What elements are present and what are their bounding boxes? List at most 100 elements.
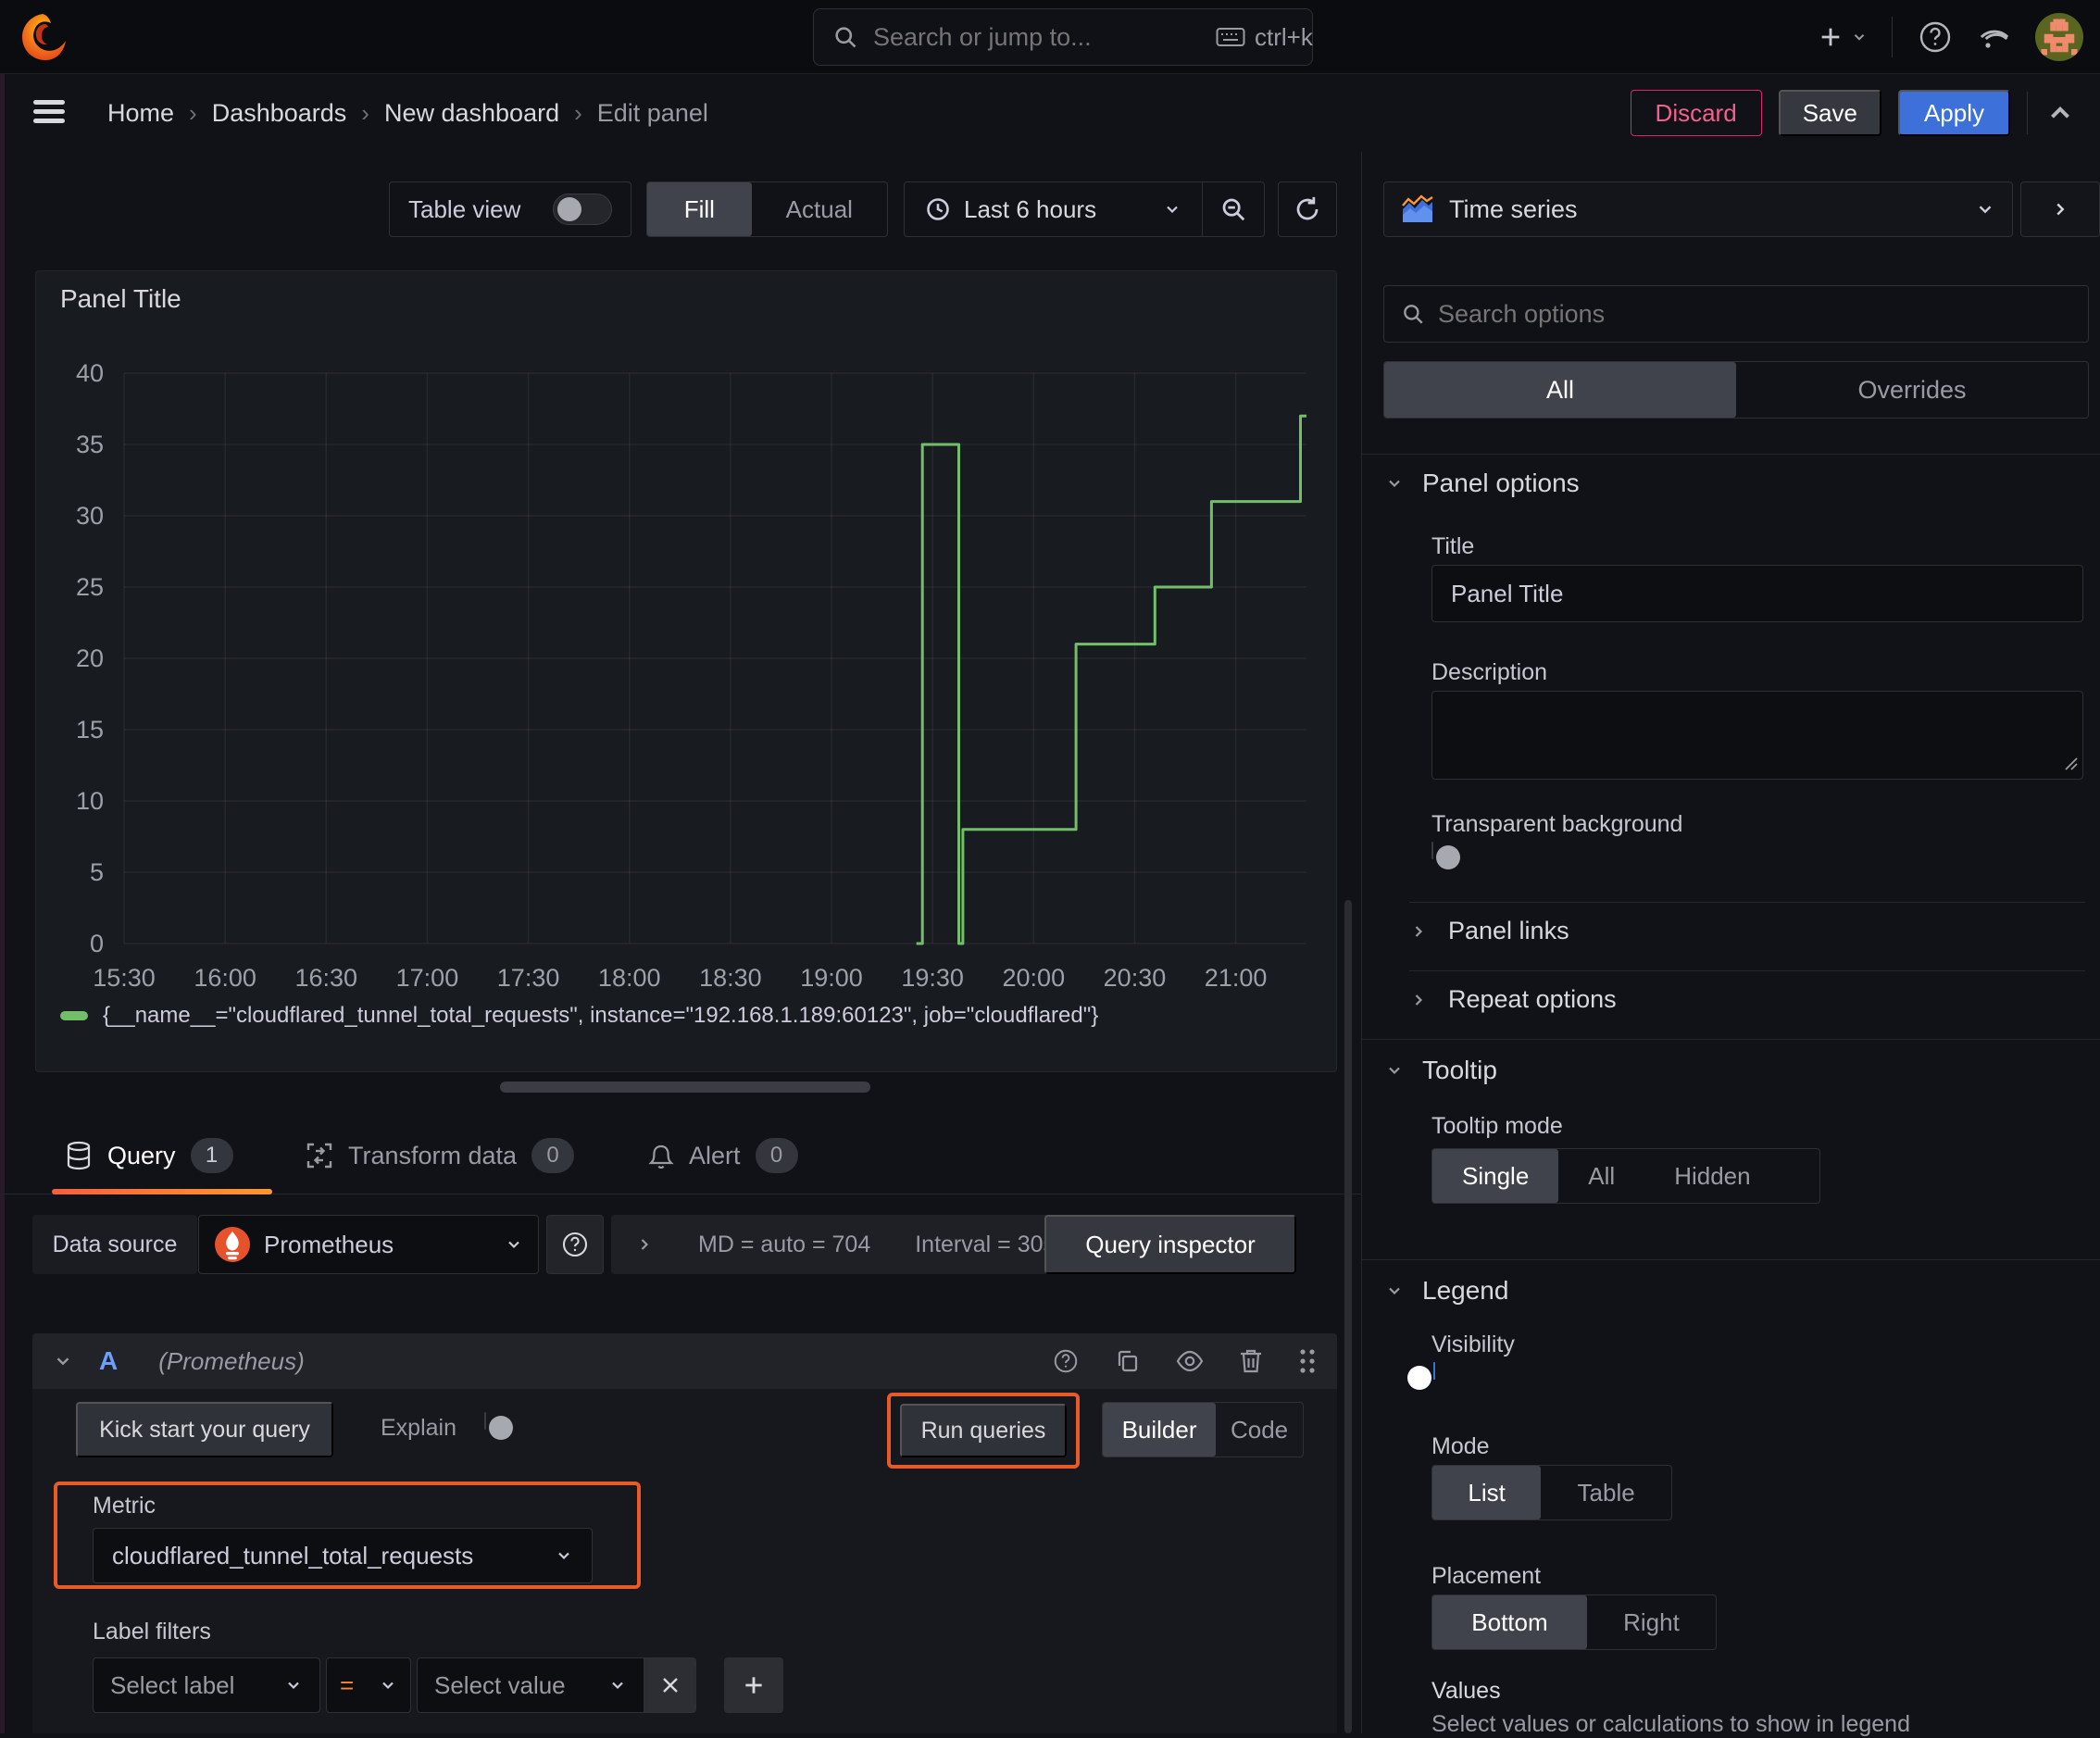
new-menu-button[interactable] <box>1818 24 1868 50</box>
interval: Interval = 30s <box>915 1231 1056 1257</box>
section-divider <box>1362 1259 2100 1260</box>
repeat-options-header[interactable]: Repeat options <box>1409 985 1617 1014</box>
legend-visibility-toggle[interactable] <box>1407 1362 1435 1390</box>
hide-query-icon[interactable] <box>1176 1350 1204 1372</box>
global-search[interactable]: ctrl+k <box>813 8 1313 66</box>
delete-query-icon[interactable] <box>1239 1348 1263 1374</box>
operator-dropdown[interactable]: = <box>326 1657 411 1713</box>
zoom-out-icon[interactable] <box>1203 182 1264 236</box>
description-label: Description <box>1431 659 1548 685</box>
overrides-tab[interactable]: Overrides <box>1736 362 2088 418</box>
search-options-input[interactable] <box>1438 299 2071 329</box>
visualization-picker[interactable]: Time series <box>1383 181 2013 237</box>
all-tab[interactable]: All <box>1384 362 1736 418</box>
metric-select[interactable]: cloudflared_tunnel_total_requests <box>93 1528 593 1583</box>
breadcrumb-home[interactable]: Home <box>107 99 174 128</box>
all-overrides-segmented: All Overrides <box>1383 361 2089 419</box>
panel-options-header[interactable]: Panel options <box>1385 469 1580 498</box>
grafana-logo[interactable] <box>17 11 69 68</box>
svg-text:40: 40 <box>76 359 104 387</box>
resize-handle-icon <box>2063 756 2078 775</box>
svg-text:10: 10 <box>76 787 104 815</box>
description-field[interactable] <box>1431 691 2083 784</box>
prometheus-icon <box>214 1226 251 1263</box>
legend-series-marker[interactable] <box>60 1011 88 1020</box>
vertical-scrollbar[interactable] <box>1344 900 1352 1733</box>
chevron-down-icon <box>1163 200 1181 219</box>
plus-icon <box>1818 24 1844 50</box>
legend-table-option[interactable]: Table <box>1541 1466 1671 1519</box>
breadcrumb-new-dashboard[interactable]: New dashboard <box>384 99 559 128</box>
kick-start-button[interactable]: Kick start your query <box>76 1402 333 1457</box>
description-input[interactable] <box>1431 691 2083 780</box>
duplicate-query-icon[interactable] <box>1115 1348 1141 1374</box>
query-ref-id: A <box>99 1346 119 1375</box>
search-input[interactable] <box>873 22 1201 52</box>
query-inspector-button[interactable]: Query inspector <box>1044 1215 1296 1274</box>
collapse-options-button[interactable] <box>2020 181 2100 237</box>
collapse-header-icon[interactable] <box>2044 97 2076 129</box>
select-value-dropdown[interactable]: Select value <box>417 1657 644 1713</box>
datasource-picker[interactable]: Prometheus <box>198 1215 539 1274</box>
database-icon <box>65 1141 93 1170</box>
search-options-box[interactable] <box>1383 285 2089 343</box>
refresh-button[interactable] <box>1278 181 1337 237</box>
builder-option[interactable]: Builder <box>1103 1403 1217 1457</box>
datasource-help-button[interactable] <box>546 1215 604 1274</box>
legend-mode-segmented: List Table <box>1431 1465 1672 1520</box>
panel-links-header[interactable]: Panel links <box>1409 917 1569 945</box>
breadcrumb-dashboards[interactable]: Dashboards <box>212 99 347 128</box>
chevron-right-icon: › <box>361 98 369 127</box>
tab-query[interactable]: Query 1 <box>65 1117 233 1194</box>
code-option[interactable]: Code <box>1216 1403 1303 1457</box>
svg-text:18:00: 18:00 <box>598 964 661 992</box>
panel-title-input[interactable] <box>1451 579 2064 608</box>
explain-toggle[interactable] <box>484 1412 513 1440</box>
actual-option[interactable]: Actual <box>752 182 887 236</box>
chevron-down-icon <box>1975 199 1995 219</box>
discard-button[interactable]: Discard <box>1630 90 1762 136</box>
fill-option[interactable]: Fill <box>647 182 752 236</box>
svg-text:5: 5 <box>90 858 104 886</box>
legend-header[interactable]: Legend <box>1385 1276 1508 1306</box>
query-row-header[interactable]: A (Prometheus) <box>32 1333 1337 1389</box>
add-filter-button[interactable] <box>724 1657 783 1713</box>
collapse-query-icon[interactable] <box>53 1351 73 1371</box>
legend-placement-label: Placement <box>1431 1563 1542 1589</box>
drag-handle-icon[interactable] <box>1298 1347 1317 1375</box>
menu-icon[interactable] <box>31 96 67 128</box>
tooltip-all-option[interactable]: All <box>1558 1149 1644 1203</box>
select-label-dropdown[interactable]: Select label <box>93 1657 320 1713</box>
table-view-control: Table view <box>389 181 631 237</box>
tooltip-mode-label: Tooltip mode <box>1431 1113 1563 1139</box>
remove-filter-button[interactable] <box>644 1657 696 1713</box>
run-queries-button[interactable]: Run queries <box>900 1404 1067 1457</box>
user-avatar[interactable] <box>2035 13 2083 61</box>
transparent-background-toggle[interactable] <box>1431 842 1460 869</box>
legend-list-option[interactable]: List <box>1432 1466 1542 1519</box>
tooltip-single-option[interactable]: Single <box>1432 1149 1559 1203</box>
legend-placement-segmented: Bottom Right <box>1431 1594 1717 1650</box>
time-series-chart[interactable]: 0 5 10 15 20 25 30 35 40 15:30 16:00 16:30 17:00 17:3… <box>36 271 1338 1073</box>
tab-alert[interactable]: Alert 0 <box>648 1117 798 1194</box>
topbar-divider <box>1892 17 1893 57</box>
time-range-picker[interactable]: Last 6 hours <box>905 195 1202 224</box>
tab-transform[interactable]: Transform data 0 <box>306 1117 575 1194</box>
apply-button[interactable]: Apply <box>1897 90 2010 136</box>
query-help-icon[interactable] <box>1052 1347 1080 1375</box>
legend-series-label[interactable]: {__name__="cloudflared_tunnel_total_requ… <box>103 1003 1098 1029</box>
options-expand-icon[interactable] <box>635 1235 654 1254</box>
tooltip-hidden-option[interactable]: Hidden <box>1644 1149 1780 1203</box>
table-view-toggle[interactable] <box>553 194 612 225</box>
help-icon[interactable] <box>1917 19 1954 56</box>
placement-bottom-option[interactable]: Bottom <box>1432 1595 1587 1649</box>
table-view-label: Table view <box>408 194 521 223</box>
news-icon[interactable] <box>1978 20 2011 54</box>
tooltip-header[interactable]: Tooltip <box>1385 1056 1497 1085</box>
save-button[interactable]: Save <box>1778 90 1881 136</box>
svg-text:35: 35 <box>76 431 104 458</box>
transform-count-badge: 0 <box>531 1138 575 1173</box>
placement-right-option[interactable]: Right <box>1587 1595 1716 1649</box>
panel-title-field[interactable] <box>1431 565 2083 622</box>
panel-resize-handle[interactable] <box>500 1082 870 1093</box>
